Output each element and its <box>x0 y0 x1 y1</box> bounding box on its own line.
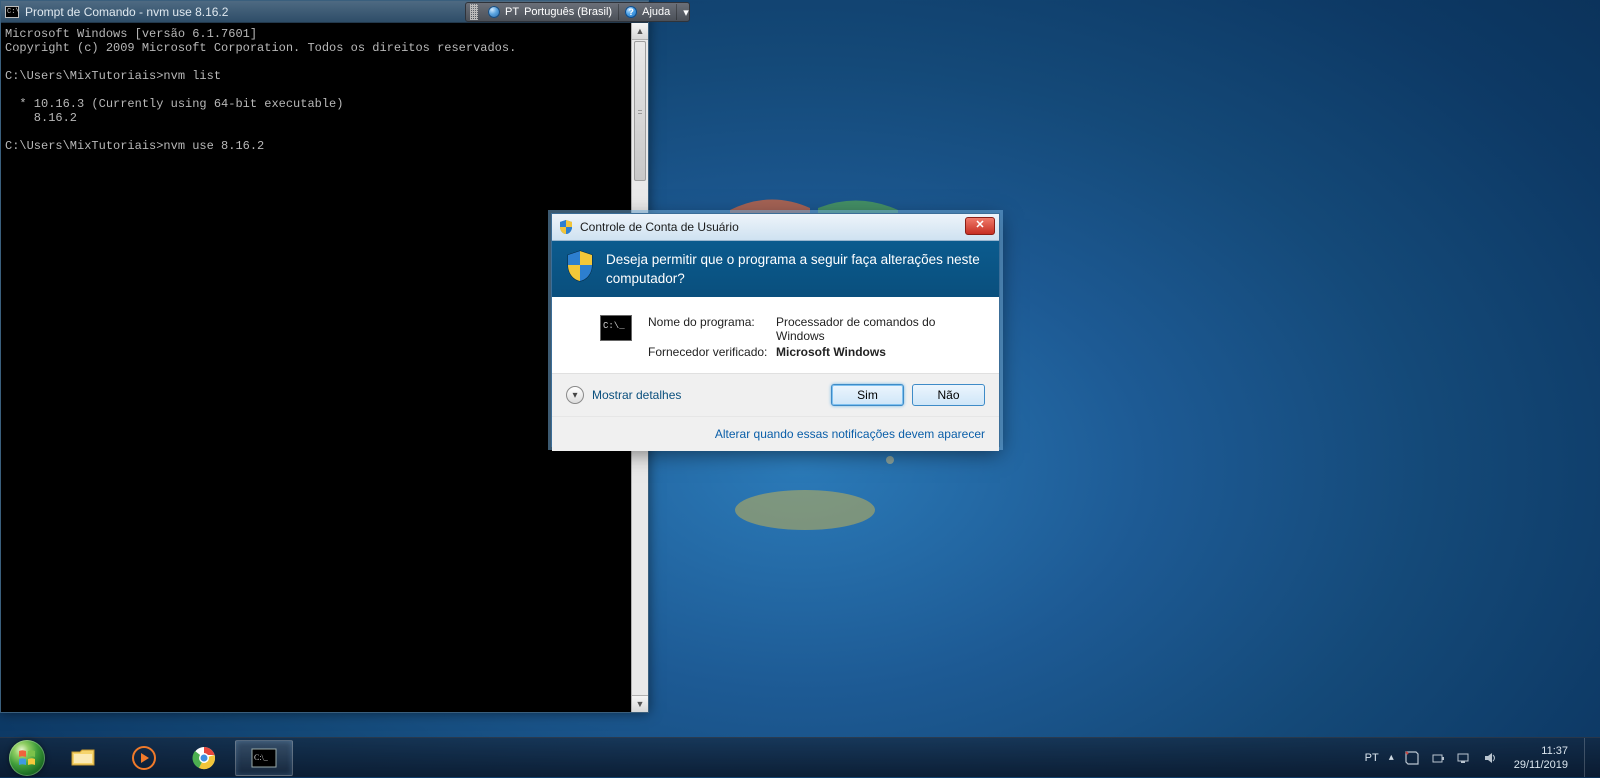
scrollbar-thumb[interactable] <box>634 41 646 181</box>
program-name-label: Nome do programa: <box>648 315 776 343</box>
command-prompt-icon: C:\_ <box>251 748 277 768</box>
vendor-value: Microsoft Windows <box>776 345 983 359</box>
volume-icon[interactable] <box>1482 750 1498 766</box>
uac-dialog: Controle de Conta de Usuário ✕ Deseja pe… <box>551 213 1000 447</box>
uac-footer: ▾ Mostrar detalhes Sim Não <box>552 374 999 416</box>
uac-body: Nome do programa: Processador de comando… <box>552 297 999 374</box>
taskbar-item-cmd[interactable]: C:\_ <box>235 740 293 776</box>
action-center-icon[interactable] <box>1404 750 1420 766</box>
clock-time: 11:37 <box>1514 744 1568 758</box>
network-icon[interactable] <box>1456 750 1472 766</box>
language-code: PT <box>505 6 519 18</box>
windows-logo-icon <box>17 748 37 768</box>
tray-show-hidden-button[interactable]: ▴ <box>1389 752 1394 763</box>
change-notifications-link[interactable]: Alterar quando essas notificações devem … <box>715 427 985 441</box>
taskbar-pinned-items: C:\_ <box>54 738 294 777</box>
system-tray: PT ▴ 11:37 29/11/2019 <box>1355 738 1600 777</box>
program-icon <box>600 315 632 341</box>
language-indicator[interactable]: PT Português (Brasil) <box>482 4 619 20</box>
power-icon[interactable] <box>1430 750 1446 766</box>
shield-icon <box>558 219 574 235</box>
chevron-down-icon[interactable]: ▾ <box>566 386 584 404</box>
language-name: Português (Brasil) <box>524 6 612 18</box>
taskbar-clock[interactable]: 11:37 29/11/2019 <box>1508 744 1574 772</box>
taskbar-item-chrome[interactable] <box>175 740 233 776</box>
start-button[interactable] <box>0 738 54 778</box>
clock-date: 29/11/2019 <box>1514 758 1568 772</box>
uac-linkbar: Alterar quando essas notificações devem … <box>552 416 999 451</box>
tray-language-indicator[interactable]: PT <box>1365 752 1379 764</box>
help-button[interactable]: ? Ajuda <box>619 4 677 20</box>
show-desktop-button[interactable] <box>1584 738 1596 777</box>
yes-button[interactable]: Sim <box>831 384 904 406</box>
media-player-icon <box>132 746 156 770</box>
close-button[interactable]: ✕ <box>965 217 995 235</box>
uac-title-text: Controle de Conta de Usuário <box>580 220 739 234</box>
help-icon: ? <box>625 6 637 18</box>
langbar-options-button[interactable]: ▾ <box>677 4 689 21</box>
no-button[interactable]: Não <box>912 384 985 406</box>
uac-titlebar[interactable]: Controle de Conta de Usuário ✕ <box>552 214 999 241</box>
command-prompt-title: Prompt de Comando - nvm use 8.16.2 <box>25 5 228 19</box>
grip-icon[interactable] <box>470 4 478 20</box>
svg-text:C:\_: C:\_ <box>254 753 269 762</box>
command-prompt-output[interactable]: Microsoft Windows [versão 6.1.7601] Copy… <box>1 23 648 153</box>
program-name-value: Processador de comandos do Windows <box>776 315 983 343</box>
uac-message: Deseja permitir que o programa a seguir … <box>606 250 985 288</box>
taskbar: C:\_ PT ▴ 11:37 29/11/2019 <box>0 737 1600 777</box>
help-label: Ajuda <box>642 6 670 18</box>
vendor-label: Fornecedor verificado: <box>648 345 776 359</box>
globe-icon <box>488 6 500 18</box>
folder-icon <box>70 747 98 769</box>
taskbar-item-explorer[interactable] <box>55 740 113 776</box>
uac-header: Deseja permitir que o programa a seguir … <box>552 241 999 297</box>
taskbar-item-media-player[interactable] <box>115 740 173 776</box>
scroll-up-button[interactable]: ▲ <box>632 23 648 40</box>
chrome-icon <box>192 746 216 770</box>
language-bar[interactable]: PT Português (Brasil) ? Ajuda ▾ <box>465 2 690 22</box>
show-details-link[interactable]: Mostrar detalhes <box>592 388 681 402</box>
scroll-down-button[interactable]: ▼ <box>632 695 648 712</box>
shield-large-icon <box>566 250 594 282</box>
command-prompt-icon <box>5 6 19 18</box>
